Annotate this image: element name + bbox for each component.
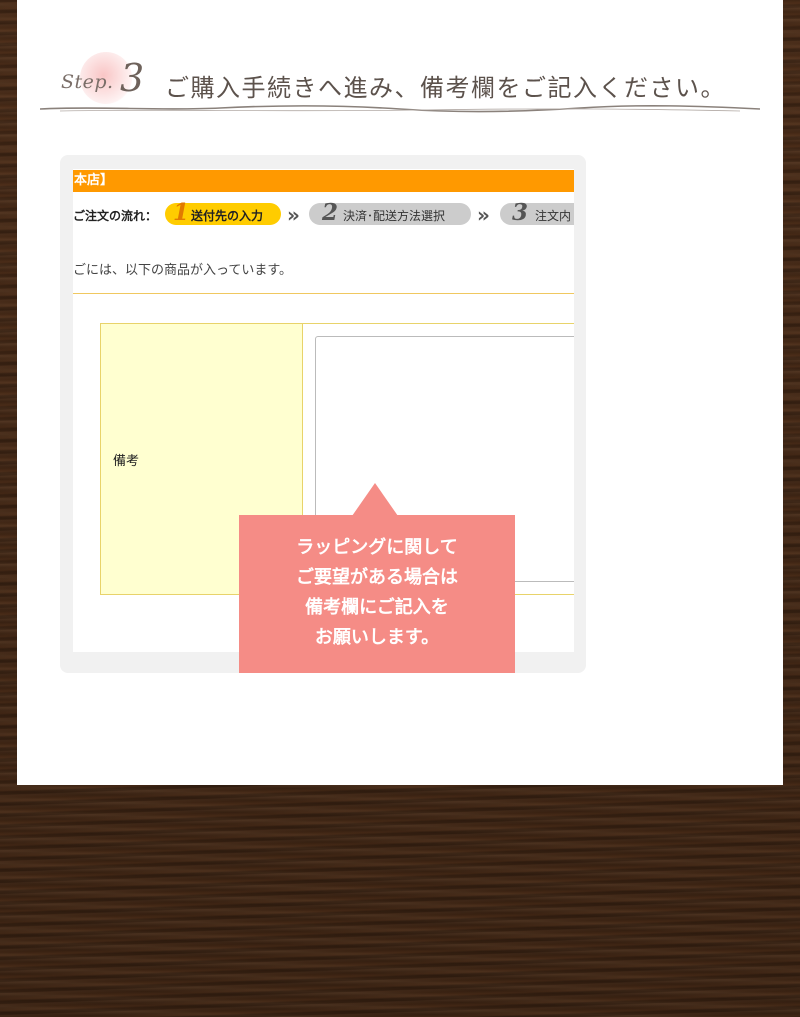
chevron-right-icon: » <box>477 203 490 227</box>
step-2-pill: 2 決済･配送方法選択 <box>309 199 471 226</box>
callout-line: お願いします。 <box>314 627 440 648</box>
step-word: Step. <box>61 71 114 93</box>
step-2-label: 決済･配送方法選択 <box>343 209 446 223</box>
page-title: ご購入手続きへ進み、備考欄をご記入ください。 <box>165 74 726 102</box>
divider <box>73 293 574 294</box>
callout-pointer <box>352 483 398 516</box>
step-1-number: 1 <box>173 199 190 226</box>
heading-underline <box>40 104 760 113</box>
step-2-number: 2 <box>322 199 339 226</box>
step-3-number: 3 <box>512 199 529 226</box>
callout-line: ご要望がある場合は <box>296 567 458 588</box>
callout-line: 備考欄にご記入を <box>305 597 449 618</box>
step-1-pill: 1 送付先の入力 <box>165 199 281 226</box>
cart-message: ごには、以下の商品が入っています。 <box>73 263 293 278</box>
chevron-right-icon: » <box>287 203 300 227</box>
order-flow-label: ご注文の流れ： <box>73 209 158 223</box>
remarks-label: 備考 <box>113 454 140 469</box>
step-1-label: 送付先の入力 <box>191 209 264 223</box>
step-3-pill: 3 注文内 <box>500 199 574 226</box>
step-3-label: 注文内 <box>535 209 572 223</box>
wrapping-callout: ラッピングに関して ご要望がある場合は 備考欄にご記入を お願いします。 <box>239 515 515 673</box>
step-number: 3 <box>120 56 145 100</box>
shop-title-bar: 本店】 <box>73 170 574 192</box>
callout-line: ラッピングに関して <box>296 537 458 558</box>
